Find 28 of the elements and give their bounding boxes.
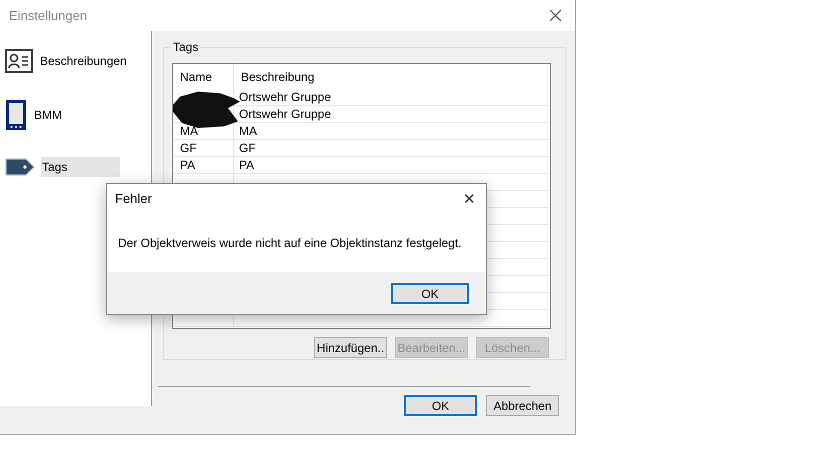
ok-button[interactable]: OK	[391, 282, 469, 304]
dialog-title: Fehler	[115, 190, 152, 208]
table-cell: PA	[180, 158, 196, 172]
column-header[interactable]: Name	[173, 64, 234, 89]
tablet-icon	[5, 99, 27, 131]
error-message: Der Objektverweis wurde nicht auf eine Objektinstanz festgelegt.	[118, 235, 462, 252]
tag-icon	[5, 158, 35, 176]
column-header[interactable]: Beschreibung	[234, 64, 550, 89]
close-icon[interactable]	[550, 10, 561, 21]
table-cell: Ortswehr Gruppe	[239, 107, 332, 121]
table-row[interactable]: PA PA	[173, 157, 550, 174]
table-row[interactable]: GF GF	[173, 140, 550, 157]
table-cell: Ortswehr Gruppe	[239, 90, 332, 104]
sidebar-item[interactable]: Beschreibungen	[39, 51, 128, 71]
window-title: Einstellungen	[9, 6, 88, 25]
sidebar-item[interactable]: Tags	[41, 157, 120, 177]
contact-card-icon	[5, 49, 33, 73]
cancel-button[interactable]: Abbrechen	[486, 395, 559, 416]
close-button[interactable]: ✕	[463, 192, 476, 206]
table-cell: MA	[239, 124, 257, 138]
table-cell: GF	[239, 141, 256, 155]
group-title: Tags	[171, 40, 200, 54]
table-cell: GF	[180, 141, 197, 155]
list-button[interactable]: Hinzufügen..	[314, 337, 387, 358]
ok-button[interactable]: OK	[404, 395, 477, 416]
table-cell: PA	[239, 158, 254, 172]
sidebar-item[interactable]: BMM	[33, 105, 63, 125]
table-cell: MA	[180, 124, 198, 138]
